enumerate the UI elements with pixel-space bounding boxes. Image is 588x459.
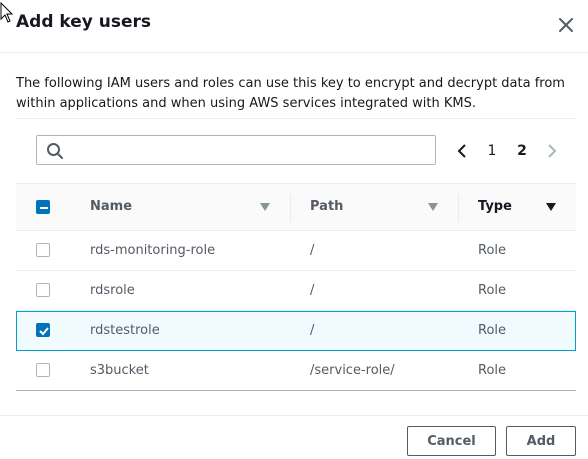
cancel-button[interactable]: Cancel xyxy=(407,426,496,456)
row-checkbox[interactable] xyxy=(36,283,50,297)
cell-path: / xyxy=(310,243,315,258)
chevron-left-icon[interactable] xyxy=(452,139,472,163)
cell-name: s3bucket xyxy=(90,363,149,378)
cell-path: / xyxy=(310,323,315,338)
column-header-type[interactable]: Type xyxy=(478,184,512,230)
table-row[interactable]: rds-monitoring-role / Role xyxy=(16,231,576,271)
caret-down-icon[interactable] xyxy=(545,202,557,212)
add-button[interactable]: Add xyxy=(506,426,576,456)
modal-title: Add key users xyxy=(16,12,152,32)
column-header-path[interactable]: Path xyxy=(310,184,343,230)
table-row-selected[interactable]: rdstestrole / Role xyxy=(16,311,576,351)
close-icon[interactable] xyxy=(554,13,578,37)
cell-path: /service-role/ xyxy=(310,363,395,378)
modal-header: Add key users xyxy=(0,0,588,53)
cell-type: Role xyxy=(478,323,507,338)
cell-type: Role xyxy=(478,283,507,298)
indeterminate-icon xyxy=(40,207,48,209)
row-checkbox-checked[interactable] xyxy=(36,323,50,337)
checkmark-icon xyxy=(39,327,49,336)
row-checkbox[interactable] xyxy=(36,363,50,377)
users-table: 1 2 Name Path Type rds-monitoring-role /… xyxy=(16,118,576,391)
caret-down-icon[interactable] xyxy=(427,202,439,212)
row-checkbox[interactable] xyxy=(36,243,50,257)
cell-type: Role xyxy=(478,243,507,258)
page-2-button[interactable]: 2 xyxy=(516,139,528,163)
modal-footer: Cancel Add xyxy=(0,415,588,459)
column-header-name[interactable]: Name xyxy=(90,184,132,230)
search-input[interactable] xyxy=(36,135,436,165)
cell-name: rdstestrole xyxy=(90,323,160,338)
column-divider xyxy=(290,194,291,222)
modal-description: The following IAM users and roles can us… xyxy=(16,76,565,111)
table-header: Name Path Type xyxy=(16,183,576,231)
page-1-button[interactable]: 1 xyxy=(486,139,498,163)
table-row[interactable]: rdsrole / Role xyxy=(16,271,576,311)
select-all-checkbox[interactable] xyxy=(36,200,50,214)
cell-type: Role xyxy=(478,363,507,378)
cell-name: rdsrole xyxy=(90,283,135,298)
cell-path: / xyxy=(310,283,315,298)
column-divider xyxy=(458,194,459,222)
cell-name: rds-monitoring-role xyxy=(90,243,216,258)
chevron-right-icon[interactable] xyxy=(542,139,562,163)
caret-down-icon[interactable] xyxy=(259,202,271,212)
search-icon xyxy=(47,143,63,159)
table-row[interactable]: s3bucket /service-role/ Role xyxy=(16,351,576,391)
